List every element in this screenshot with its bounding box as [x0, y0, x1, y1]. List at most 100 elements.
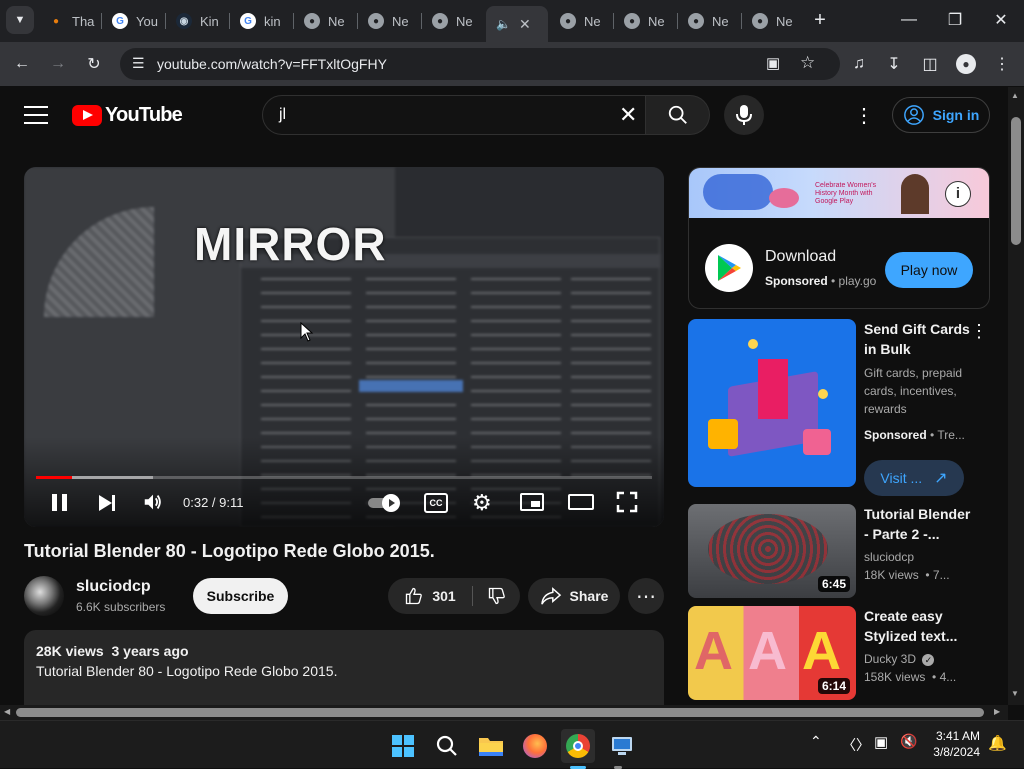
ad-banner[interactable]: Celebrate Women's History Month with Goo… [689, 168, 989, 218]
rec-title-line1[interactable]: Tutorial Blender [864, 504, 970, 524]
new-tab-button[interactable]: + [806, 6, 834, 34]
subscribe-button[interactable]: Subscribe [193, 578, 288, 614]
reload-button[interactable]: ↻ [80, 50, 108, 78]
media-control-button[interactable]: ♫ [845, 50, 873, 78]
start-button[interactable] [386, 729, 420, 763]
rec-title-line2[interactable]: Stylized text... [864, 626, 957, 646]
rec-title-line1[interactable]: Send Gift Cards [864, 319, 970, 339]
install-app-icon[interactable]: ▣ [766, 54, 780, 72]
guide-menu-button[interactable] [24, 103, 48, 127]
downloads-button[interactable]: ↧ [880, 50, 908, 78]
video-thumbnail[interactable]: A A A 6:14 [688, 606, 856, 700]
horizontal-scrollbar[interactable]: ◀ ▶ [0, 705, 1008, 720]
clear-search-icon[interactable]: ✕ [619, 102, 637, 128]
side-panel-button[interactable]: ◫ [916, 50, 944, 78]
settings-button[interactable]: ⚙ [472, 490, 492, 516]
scrollbar-thumb[interactable] [1011, 117, 1021, 245]
browser-tab-active[interactable]: 🔈 ✕ [486, 6, 548, 42]
video-player[interactable]: MIRROR 0:32 / 9:11 CC ⚙ [24, 167, 664, 527]
browser-tab-4[interactable]: G kin [230, 6, 292, 36]
share-button[interactable]: Share [528, 578, 620, 614]
ad-info-icon[interactable]: i [945, 181, 971, 207]
firefox-button[interactable] [518, 729, 552, 763]
site-info-icon[interactable]: ☰ [132, 55, 145, 72]
mute-status-icon[interactable]: 🔇 [900, 733, 917, 750]
fullscreen-button[interactable] [616, 491, 638, 513]
gift-card-thumbnail[interactable] [688, 319, 856, 487]
address-bar[interactable]: ☰ youtube.com/watch?v=FFTxltOgFHY ▣ ☆ [120, 48, 840, 80]
profile-button[interactable]: ● [952, 50, 980, 78]
browser-tab-5[interactable]: ● Ne [294, 6, 356, 36]
progress-bar[interactable] [36, 476, 652, 479]
sponsored-ad-card[interactable]: Celebrate Women's History Month with Goo… [688, 167, 990, 309]
show-hidden-icons-button[interactable]: ⌃ [810, 733, 822, 750]
browser-tab-11[interactable]: ● Ne [742, 6, 804, 36]
forward-button[interactable]: → [44, 50, 72, 78]
close-icon[interactable]: ✕ [519, 16, 531, 33]
rec-channel[interactable]: sluciodcp [864, 548, 914, 566]
rec-channel[interactable]: Ducky 3D [864, 652, 916, 666]
bookmark-star-icon[interactable]: ☆ [800, 53, 815, 73]
rec-video-item[interactable]: 6:45 Tutorial Blender - Parte 2 -... slu… [688, 504, 990, 598]
page-scrollbar[interactable]: ▲ ▼ [1008, 87, 1024, 705]
channel-name[interactable]: sluciodcp [76, 578, 151, 596]
notifications-button[interactable]: 🔔 [988, 734, 1007, 752]
sign-in-button[interactable]: Sign in [892, 97, 990, 133]
back-button[interactable]: ← [8, 50, 36, 78]
voice-search-button[interactable] [724, 95, 764, 135]
like-button[interactable]: 301 [388, 578, 472, 614]
next-button[interactable] [96, 491, 120, 515]
search-button[interactable] [646, 95, 710, 135]
rec-title-line2[interactable]: in Bulk [864, 339, 911, 359]
scroll-right-icon[interactable]: ▶ [994, 707, 1000, 716]
play-now-button[interactable]: Play now [885, 252, 973, 288]
clock[interactable]: 3:41 AM 3/8/2024 [926, 728, 980, 760]
chrome-taskbar-button[interactable] [561, 729, 595, 763]
tab-search-button[interactable]: ▼ [6, 6, 34, 34]
more-actions-button[interactable]: ⋯ [628, 578, 664, 614]
rec-title-line1[interactable]: Create easy [864, 606, 943, 626]
ad-domain: play.go [838, 274, 877, 288]
channel-avatar[interactable] [24, 576, 64, 616]
bell-icon: 🔔 [988, 735, 1007, 752]
theater-mode-button[interactable] [568, 494, 594, 510]
remote-desktop-button[interactable] [605, 729, 639, 763]
captions-button[interactable]: CC [424, 493, 448, 513]
mute-button[interactable] [142, 491, 166, 515]
sponsored-gift-card-item[interactable]: Send Gift Cards in Bulk ⋮ Gift cards, pr… [688, 319, 990, 496]
pause-button[interactable] [48, 491, 72, 515]
scroll-left-icon[interactable]: ◀ [4, 707, 10, 716]
scroll-down-icon[interactable]: ▼ [1011, 689, 1019, 698]
browser-tab-6[interactable]: ● Ne [358, 6, 420, 36]
description-box[interactable]: 28K views 3 years ago Tutorial Blender 8… [24, 630, 664, 706]
browser-tab-3[interactable]: ◉ Kin [166, 6, 228, 36]
browser-tab-1[interactable]: ● Tha [38, 6, 100, 36]
browser-tab-7[interactable]: ● Ne [422, 6, 484, 36]
chrome-menu-button[interactable]: ⋮ [988, 50, 1016, 78]
search-input[interactable]: jl ✕ [262, 95, 646, 135]
rec-menu-button[interactable]: ⋮ [970, 321, 988, 342]
scroll-up-icon[interactable]: ▲ [1011, 91, 1019, 100]
settings-menu-button[interactable]: ⋮ [852, 103, 876, 127]
youtube-logo[interactable]: YouTube [72, 104, 183, 127]
minimize-button[interactable]: — [886, 0, 932, 40]
browser-tab-2[interactable]: G You [102, 6, 164, 36]
browser-tab-10[interactable]: ● Ne [678, 6, 740, 36]
side-panel-icon: ◫ [922, 56, 938, 73]
rec-title-line2[interactable]: - Parte 2 -... [864, 524, 939, 544]
network-status-icon[interactable]: 〈〉 [842, 735, 870, 755]
hscroll-thumb[interactable] [16, 708, 984, 717]
taskbar-search-button[interactable] [430, 729, 464, 763]
display-icon[interactable]: ▣ [874, 733, 888, 751]
dislike-button[interactable] [473, 578, 520, 614]
restore-button[interactable]: ❐ [932, 0, 978, 40]
file-explorer-button[interactable] [474, 729, 508, 763]
video-thumbnail[interactable]: 6:45 [688, 504, 856, 598]
autoplay-toggle[interactable] [368, 494, 402, 512]
miniplayer-button[interactable] [520, 493, 544, 511]
rec-video-item[interactable]: A A A 6:14 Create easy Stylized text... … [688, 606, 990, 700]
browser-tab-8[interactable]: ● Ne [550, 6, 612, 36]
close-window-button[interactable]: ✕ [978, 0, 1024, 40]
browser-tab-9[interactable]: ● Ne [614, 6, 676, 36]
visit-button[interactable]: Visit ... ↗ [864, 460, 964, 496]
